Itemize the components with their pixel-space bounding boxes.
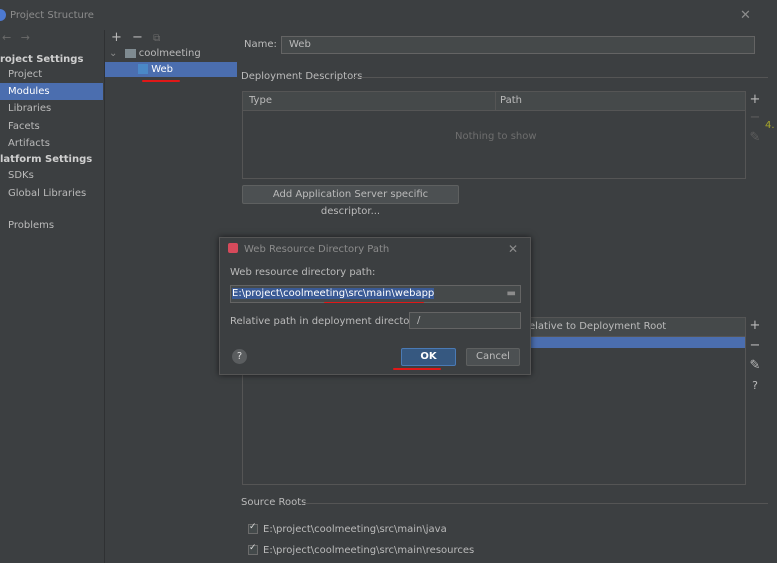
add-icon[interactable]: + [747,318,763,333]
remove-icon[interactable]: − [747,110,763,125]
folder-icon [124,48,136,58]
relative-path-label: Relative path in deployment directory: [230,316,423,327]
name-field[interactable]: Web [281,36,755,54]
source-root-checkbox[interactable] [248,522,258,534]
annotation-underline [393,368,441,370]
web-resource-directory-dialog: Web Resource Directory Path ✕ Web resour… [219,237,531,375]
add-descriptor-button[interactable]: Add Application Server specific descript… [242,185,459,217]
path-input[interactable]: E:\project\coolmeeting\src\main\webapp ▬ [230,285,521,303]
help-icon[interactable]: ? [747,379,763,392]
source-root-checkbox[interactable] [248,543,258,555]
divider [305,503,768,504]
sidebar-item-global-libraries[interactable]: Global Libraries [0,185,103,202]
name-label: Name: [244,39,277,50]
close-icon[interactable]: ✕ [508,242,518,256]
annotation-underline [142,80,180,82]
sidebar-item-modules[interactable]: Modules [0,83,103,100]
tree-node-web[interactable]: Web [105,62,237,77]
table-header: Type Path [243,92,745,111]
folder-browse-icon[interactable]: ▬ [507,286,516,301]
column-header-relative[interactable]: elative to Deployment Root [529,321,666,332]
module-tree: + − ⧉ ⌄ coolmeeting Web [104,30,238,563]
tree-node-coolmeeting[interactable]: ⌄ coolmeeting [109,46,201,61]
window-title: Project Structure [10,10,94,21]
edit-icon[interactable]: ✎ [747,358,763,373]
sidebar-item-problems[interactable]: Problems [0,217,103,234]
side-number: 4. [765,120,775,131]
source-roots-title: Source Roots [241,497,307,508]
intellij-icon [228,243,238,253]
help-icon[interactable]: ? [232,349,247,364]
column-divider [495,92,496,110]
path-text: E:\project\coolmeeting\src\main\webapp [232,288,435,299]
dialog-title: Web Resource Directory Path [244,244,390,255]
project-settings-header: roject Settings [0,54,84,65]
copy-icon[interactable]: ⧉ [153,33,160,44]
edit-icon[interactable]: ✎ [747,130,763,145]
tree-node-label: Web [151,64,173,75]
nav-arrows: ← → [2,31,30,44]
divider [353,77,768,78]
descriptors-table[interactable]: Type Path Nothing to show [242,91,746,179]
forward-arrow-icon[interactable]: → [21,31,30,44]
sidebar-item-artifacts[interactable]: Artifacts [0,135,103,152]
app-icon [0,9,6,21]
remove-icon[interactable]: − [132,30,143,45]
web-facet-icon [138,64,148,74]
sidebar-item-facets[interactable]: Facets [0,118,103,135]
close-icon[interactable]: ✕ [740,8,751,23]
relative-path-input[interactable]: / [409,312,521,329]
sidebar-item-project[interactable]: Project [0,66,103,83]
column-header-type[interactable]: Type [249,95,272,106]
sidebar-item-libraries[interactable]: Libraries [0,100,103,117]
add-icon[interactable]: + [111,30,122,45]
remove-icon[interactable]: − [747,338,763,353]
cancel-button[interactable]: Cancel [466,348,520,366]
chevron-down-icon[interactable]: ⌄ [109,48,117,59]
path-label: Web resource directory path: [230,267,376,278]
title-bar: Project Structure ✕ [0,0,777,30]
sidebar-item-sdks[interactable]: SDKs [0,167,103,184]
empty-text: Nothing to show [455,131,537,142]
source-root-path: E:\project\coolmeeting\src\main\java [263,524,447,535]
deployment-descriptors-title: Deployment Descriptors [241,71,363,82]
annotation-underline [324,302,424,303]
add-icon[interactable]: + [747,92,763,107]
column-header-path[interactable]: Path [500,95,522,106]
back-arrow-icon[interactable]: ← [2,31,11,44]
platform-settings-header: latform Settings [0,154,93,165]
tree-node-label: coolmeeting [138,48,201,59]
source-root-path: E:\project\coolmeeting\src\main\resource… [263,545,475,556]
settings-sidebar: roject Settings Project Modules Librarie… [0,48,103,563]
ok-button[interactable]: OK [401,348,456,366]
tree-toolbar: + − ⧉ [111,30,160,45]
